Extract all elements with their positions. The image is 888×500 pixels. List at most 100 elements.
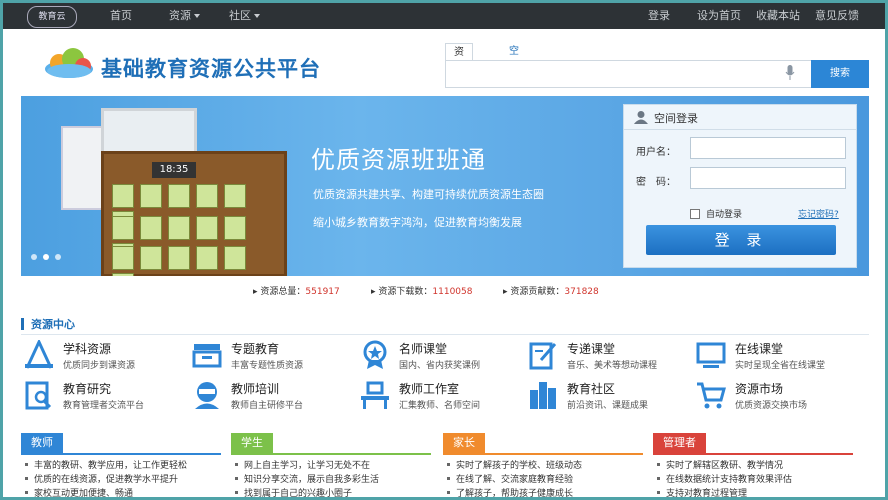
list-item[interactable]: 网上自主学习，让学习无处不在 bbox=[231, 459, 379, 473]
stat-contributions-label: 资源贡献数： bbox=[510, 287, 565, 297]
login-header: 空间登录 bbox=[624, 105, 856, 130]
banner-slogan-1: 优质资源共建共享、构建可持续优质资源生态圈 bbox=[313, 188, 544, 201]
stat-total: ▸ 资源总量：551917 bbox=[253, 287, 340, 297]
resource-delivery-class[interactable]: 专递课堂 音乐、美术等想动课程 bbox=[527, 340, 687, 374]
forgot-password-link[interactable]: 忘记密码? bbox=[798, 207, 839, 220]
carousel-dot-active[interactable] bbox=[43, 254, 49, 260]
set-homepage-link[interactable]: 设为首页 bbox=[697, 3, 741, 29]
carousel-dot[interactable] bbox=[55, 254, 61, 260]
browser-viewport: 教育云 首页 资源 社区 登录 设为首页 收藏本站 意见反馈 基础教育资源公共平… bbox=[3, 3, 885, 497]
site-logo[interactable]: 教育云 bbox=[27, 6, 77, 28]
banner-slogan-2: 缩小城乡教育数字鸿沟，促进教育均衡发展 bbox=[313, 216, 522, 229]
resource-teacher-studio[interactable]: 教师工作室 汇集教师、名师空间 bbox=[359, 380, 519, 414]
list-item[interactable]: 支持对教育过程管理 bbox=[653, 487, 792, 497]
login-title: 空间登录 bbox=[654, 112, 698, 125]
role-tab-manager[interactable]: 管理者 bbox=[653, 433, 706, 453]
buildings-icon bbox=[530, 382, 556, 409]
stat-total-label: 资源总量： bbox=[260, 287, 306, 297]
resource-market[interactable]: 资源市场 优质资源交换市场 bbox=[695, 380, 855, 414]
role-tab-teacher[interactable]: 教师 bbox=[21, 433, 63, 453]
password-label: 密 码： bbox=[636, 177, 676, 188]
list-item[interactable]: 丰富的教研、教学应用，让工作更轻松 bbox=[21, 459, 187, 473]
stat-downloads-label: 资源下载数： bbox=[378, 287, 433, 297]
list-item[interactable]: 了解孩子，帮助孩子健康成长 bbox=[443, 487, 582, 497]
resource-desc: 实时呈现全省在线课堂 bbox=[735, 361, 826, 371]
monitor-icon bbox=[696, 342, 726, 368]
nav-home[interactable]: 首页 bbox=[110, 3, 132, 29]
search-input[interactable] bbox=[445, 60, 813, 88]
role-feature-list: 实时了解辖区教研、教学情况 在线数据统计支持教育效果评估 支持对教育过程管理 bbox=[653, 459, 792, 497]
resource-famous-teacher[interactable]: 名师课堂 国内、省内获奖课例 bbox=[359, 340, 519, 374]
role-tab-student[interactable]: 学生 bbox=[231, 433, 273, 453]
list-item[interactable]: 知识分享交流，展示自我多彩生活 bbox=[231, 473, 379, 487]
resource-community[interactable]: 教育社区 前沿资讯、课题成果 bbox=[527, 380, 687, 414]
nav-community[interactable]: 社区 bbox=[229, 3, 260, 29]
ruler-compass-icon bbox=[25, 340, 53, 369]
resource-title: 名师课堂 bbox=[399, 342, 448, 356]
resource-desc: 优质同步到课资源 bbox=[63, 361, 136, 371]
resource-title: 专递课堂 bbox=[567, 342, 616, 356]
role-divider bbox=[231, 453, 431, 455]
list-item[interactable]: 实时了解辖区教研、教学情况 bbox=[653, 459, 792, 473]
resource-title: 在线课堂 bbox=[735, 342, 784, 356]
list-item[interactable]: 在线了解、交流家庭教育经验 bbox=[443, 473, 582, 487]
clipboard-search-icon bbox=[25, 381, 52, 410]
cloud-logo-icon bbox=[45, 48, 93, 78]
resource-desc: 音乐、美术等想动课程 bbox=[567, 361, 658, 371]
list-item[interactable]: 优质的在线资源，促进教学水平提升 bbox=[21, 473, 187, 487]
resource-subject[interactable]: 学科资源 优质同步到课资源 bbox=[23, 340, 183, 374]
banner-title: 优质资源班班通 bbox=[311, 146, 486, 174]
resource-title: 资源市场 bbox=[735, 382, 784, 396]
role-feature-list: 丰富的教研、教学应用，让工作更轻松 优质的在线资源，促进教学水平提升 家校互动更… bbox=[21, 459, 187, 497]
microphone-icon[interactable] bbox=[785, 65, 795, 81]
resource-title: 教师工作室 bbox=[399, 382, 460, 396]
carousel-dots bbox=[31, 250, 67, 263]
resource-online-class[interactable]: 在线课堂 实时呈现全省在线课堂 bbox=[695, 340, 855, 374]
list-item[interactable]: 在线数据统计支持教育效果评估 bbox=[653, 473, 792, 487]
desk-icon bbox=[361, 381, 389, 409]
resource-desc: 国内、省内获奖课例 bbox=[399, 361, 481, 371]
award-medal-icon bbox=[363, 340, 387, 369]
login-panel: 空间登录 用户名： 密 码： 自动登录 忘记密码? 登 录 bbox=[623, 104, 857, 268]
section-marker bbox=[21, 318, 24, 330]
role-tab-parent[interactable]: 家长 bbox=[443, 433, 485, 453]
role-panel-student: 学生 网上自主学习，让学习无处不在 知识分享交流，展示自我多彩生活 找到属于自己… bbox=[231, 433, 431, 497]
login-button[interactable]: 登 录 bbox=[646, 225, 836, 255]
role-feature-list: 实时了解孩子的学校、班级动态 在线了解、交流家庭教育经验 了解孩子，帮助孩子健康… bbox=[443, 459, 582, 497]
edit-document-icon bbox=[529, 342, 557, 370]
stat-contributions: ▸ 资源贡献数：371828 bbox=[503, 287, 599, 297]
role-divider bbox=[21, 453, 221, 455]
resource-desc: 丰富专题性质资源 bbox=[231, 361, 304, 371]
search-button[interactable]: 搜索 bbox=[811, 60, 869, 88]
login-link[interactable]: 登录 bbox=[648, 3, 670, 29]
role-panel-teacher: 教师 丰富的教研、教学应用，让工作更轻松 优质的在线资源，促进教学水平提升 家校… bbox=[21, 433, 221, 497]
resource-title: 教师培训 bbox=[231, 382, 280, 396]
carousel-dot[interactable] bbox=[31, 254, 37, 260]
role-feature-list: 网上自主学习，让学习无处不在 知识分享交流，展示自我多彩生活 找到属于自己的兴趣… bbox=[231, 459, 379, 497]
list-item[interactable]: 实时了解孩子的学校、班级动态 bbox=[443, 459, 582, 473]
nav-resources[interactable]: 资源 bbox=[169, 3, 200, 29]
feedback-link[interactable]: 意见反馈 bbox=[815, 3, 859, 29]
role-divider bbox=[443, 453, 643, 455]
resource-desc: 优质资源交换市场 bbox=[735, 401, 808, 411]
bookmark-link[interactable]: 收藏本站 bbox=[756, 3, 800, 29]
stat-contributions-value: 371828 bbox=[564, 287, 599, 297]
resource-teacher-training[interactable]: 教师培训 教师自主研修平台 bbox=[191, 380, 351, 414]
bookshelf-illustration: 18:35 bbox=[101, 151, 287, 276]
resource-research[interactable]: 教育研究 教育管理者交流平台 bbox=[23, 380, 183, 414]
tab-space[interactable]: 空间 bbox=[501, 43, 527, 75]
password-field[interactable] bbox=[690, 167, 846, 189]
resource-title: 学科资源 bbox=[63, 342, 112, 356]
username-field[interactable] bbox=[690, 137, 846, 159]
shopping-cart-icon bbox=[697, 382, 726, 409]
resource-desc: 教育管理者交流平台 bbox=[63, 401, 145, 411]
auto-login-checkbox[interactable] bbox=[690, 209, 700, 219]
list-item[interactable]: 找到属于自己的兴趣小圈子 bbox=[231, 487, 379, 497]
chevron-down-icon bbox=[194, 14, 200, 18]
user-icon bbox=[634, 111, 648, 124]
resource-title: 教育社区 bbox=[567, 382, 616, 396]
resource-topic[interactable]: 专题教育 丰富专题性质资源 bbox=[191, 340, 351, 374]
auto-login-label: 自动登录 bbox=[706, 210, 743, 220]
resource-desc: 汇集教师、名师空间 bbox=[399, 401, 481, 411]
list-item[interactable]: 家校互动更加便捷、畅通 bbox=[21, 487, 187, 497]
